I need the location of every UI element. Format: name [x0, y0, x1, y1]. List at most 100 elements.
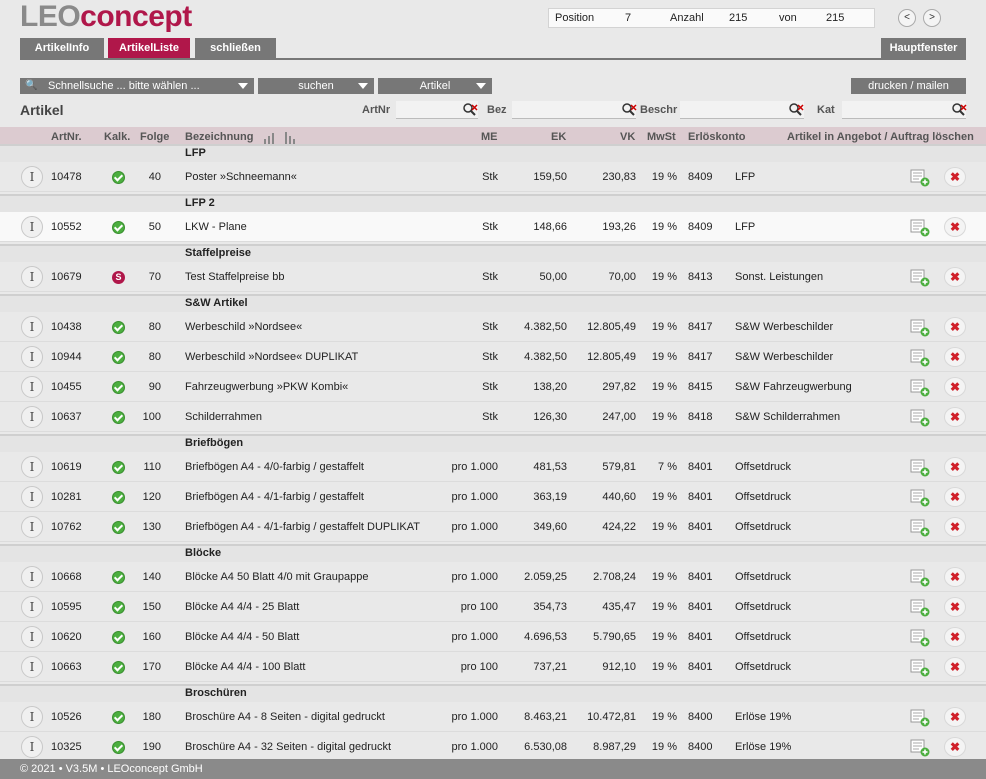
clear-search-icon[interactable] [788, 102, 804, 118]
delete-icon[interactable]: ✖ [944, 317, 966, 337]
add-to-offer-icon[interactable] [910, 349, 930, 367]
col-bezeichnung[interactable]: Bezeichnung [185, 131, 253, 143]
table-row[interactable]: I 10637 100 Schilderrahmen Stk 126,30 247,00 19… [0, 402, 986, 432]
info-button[interactable]: I [21, 566, 43, 588]
add-to-offer-icon[interactable] [910, 659, 930, 677]
artnr-cell: 10762 [51, 521, 82, 533]
add-to-offer-icon[interactable] [910, 219, 930, 237]
col-erloeskonto[interactable]: Erlöskonto [688, 131, 745, 143]
delete-icon[interactable]: ✖ [944, 407, 966, 427]
info-button[interactable]: I [21, 406, 43, 428]
col-artnr[interactable]: ArtNr. [51, 131, 82, 143]
info-button[interactable]: I [21, 456, 43, 478]
delete-icon[interactable]: ✖ [944, 377, 966, 397]
add-to-offer-icon[interactable] [910, 569, 930, 587]
info-button[interactable]: I [21, 376, 43, 398]
col-ek[interactable]: EK [551, 131, 566, 143]
table-row[interactable]: I 10663 170 Blöcke A4 4/4 - 100 Blatt pro 10… [0, 652, 986, 682]
table-row[interactable]: I 10620 160 Blöcke A4 4/4 - 50 Blatt pro 1.0… [0, 622, 986, 652]
info-button[interactable]: I [21, 166, 43, 188]
delete-icon[interactable]: ✖ [944, 217, 966, 237]
info-button[interactable]: I [21, 346, 43, 368]
add-to-offer-icon[interactable] [910, 269, 930, 287]
add-to-offer-icon[interactable] [910, 169, 930, 187]
table-row[interactable]: I 10552 50 LKW - Plane Stk 148,66 193,26 19 % 84… [0, 212, 986, 242]
info-button[interactable]: I [21, 656, 43, 678]
tab-artikelinfo[interactable]: ArtikelInfo [20, 38, 104, 58]
add-to-offer-icon[interactable] [910, 739, 930, 757]
table-row[interactable]: I 10668 140 Blöcke A4 50 Blatt 4/0 mit Grau… [0, 562, 986, 592]
add-to-offer-icon[interactable] [910, 319, 930, 337]
table-row[interactable]: I 10526 180 Broschüre A4 - 8 Seiten - digit… [0, 702, 986, 732]
info-button[interactable]: I [21, 266, 43, 288]
previous-record-button[interactable]: < [898, 9, 916, 27]
kategorie-cell: S&W Fahrzeugwerbung [735, 381, 852, 393]
info-button[interactable]: I [21, 626, 43, 648]
konto-cell: 8401 [688, 661, 713, 673]
col-vk[interactable]: VK [620, 131, 635, 143]
delete-icon[interactable]: ✖ [944, 517, 966, 537]
delete-icon[interactable]: ✖ [944, 707, 966, 727]
add-to-offer-icon[interactable] [910, 629, 930, 647]
delete-icon[interactable]: ✖ [944, 657, 966, 677]
info-button[interactable]: I [21, 706, 43, 728]
record-position-box: Position 7 Anzahl 215 von 215 [548, 8, 875, 28]
table-row[interactable]: I 10438 80 Werbeschild »Nordsee« Stk 4.382,50… [0, 312, 986, 342]
next-record-button[interactable]: > [923, 9, 941, 27]
delete-icon[interactable]: ✖ [944, 167, 966, 187]
delete-icon[interactable]: ✖ [944, 737, 966, 757]
clear-search-icon[interactable] [462, 102, 478, 118]
print-mail-button[interactable]: drucken / mailen [851, 78, 966, 94]
search-icon: 🔍 [25, 80, 38, 91]
col-folge[interactable]: Folge [140, 131, 169, 143]
info-button[interactable]: I [21, 316, 43, 338]
table-row[interactable]: I 10281 120 Briefbögen A4 - 4/1-farbig / ge… [0, 482, 986, 512]
table-row[interactable]: I 10762 130 Briefbögen A4 - 4/1-farbig / ge… [0, 512, 986, 542]
add-to-offer-icon[interactable] [910, 379, 930, 397]
clear-search-icon[interactable] [621, 102, 637, 118]
add-to-offer-icon[interactable] [910, 599, 930, 617]
add-to-offer-icon[interactable] [910, 459, 930, 477]
clear-search-icon[interactable] [951, 102, 967, 118]
artnr-cell: 10478 [51, 171, 82, 183]
info-button[interactable]: I [21, 516, 43, 538]
add-to-offer-icon[interactable] [910, 709, 930, 727]
col-me[interactable]: ME [481, 131, 498, 143]
ek-cell: 6.530,08 [524, 741, 567, 753]
info-button[interactable]: I [21, 216, 43, 238]
delete-icon[interactable]: ✖ [944, 627, 966, 647]
info-button[interactable]: I [21, 486, 43, 508]
table-row[interactable]: I 10679 S 70 Test Staffelpreise bb Stk 50,00 70… [0, 262, 986, 292]
delete-icon[interactable]: ✖ [944, 457, 966, 477]
close-button[interactable]: schließen [195, 38, 276, 58]
delete-icon[interactable]: ✖ [944, 267, 966, 287]
folge-cell: 80 [148, 321, 161, 333]
type-dropdown[interactable]: Artikel [378, 78, 492, 94]
delete-icon[interactable]: ✖ [944, 487, 966, 507]
filter-bez-input[interactable] [512, 101, 636, 119]
table-row[interactable]: I 10478 40 Poster »Schneemann« Stk 159,50 230,… [0, 162, 986, 192]
filter-kat-input[interactable] [842, 101, 966, 119]
table-row[interactable]: I 10325 190 Broschüre A4 - 32 Seiten - digi… [0, 732, 986, 762]
delete-icon[interactable]: ✖ [944, 347, 966, 367]
search-dropdown[interactable]: suchen [258, 78, 374, 94]
delete-icon[interactable]: ✖ [944, 597, 966, 617]
table-row[interactable]: I 10619 110 Briefbögen A4 - 4/0-farbig / ge… [0, 452, 986, 482]
bezeichnung-cell: Test Staffelpreise bb [185, 271, 285, 283]
delete-icon[interactable]: ✖ [944, 567, 966, 587]
info-button[interactable]: I [21, 596, 43, 618]
col-kalk[interactable]: Kalk. [104, 131, 130, 143]
col-mwst[interactable]: MwSt [647, 131, 676, 143]
add-to-offer-icon[interactable] [910, 489, 930, 507]
quicksearch-dropdown[interactable]: 🔍 Schnellsuche ... bitte wählen ... [20, 78, 254, 94]
info-button[interactable]: I [21, 736, 43, 758]
sort-bars-icon[interactable] [263, 130, 303, 144]
add-to-offer-icon[interactable] [910, 519, 930, 537]
main-window-button[interactable]: Hauptfenster [881, 38, 966, 58]
add-to-offer-icon[interactable] [910, 409, 930, 427]
table-row[interactable]: I 10944 80 Werbeschild »Nordsee« DUPLIKAT St… [0, 342, 986, 372]
table-row[interactable]: I 10455 90 Fahrzeugwerbung »PKW Kombi« Stk 13… [0, 372, 986, 402]
table-row[interactable]: I 10595 150 Blöcke A4 4/4 - 25 Blatt pro 100… [0, 592, 986, 622]
filter-beschr-input[interactable] [680, 101, 804, 119]
tab-artikelliste[interactable]: ArtikelListe [108, 38, 190, 58]
